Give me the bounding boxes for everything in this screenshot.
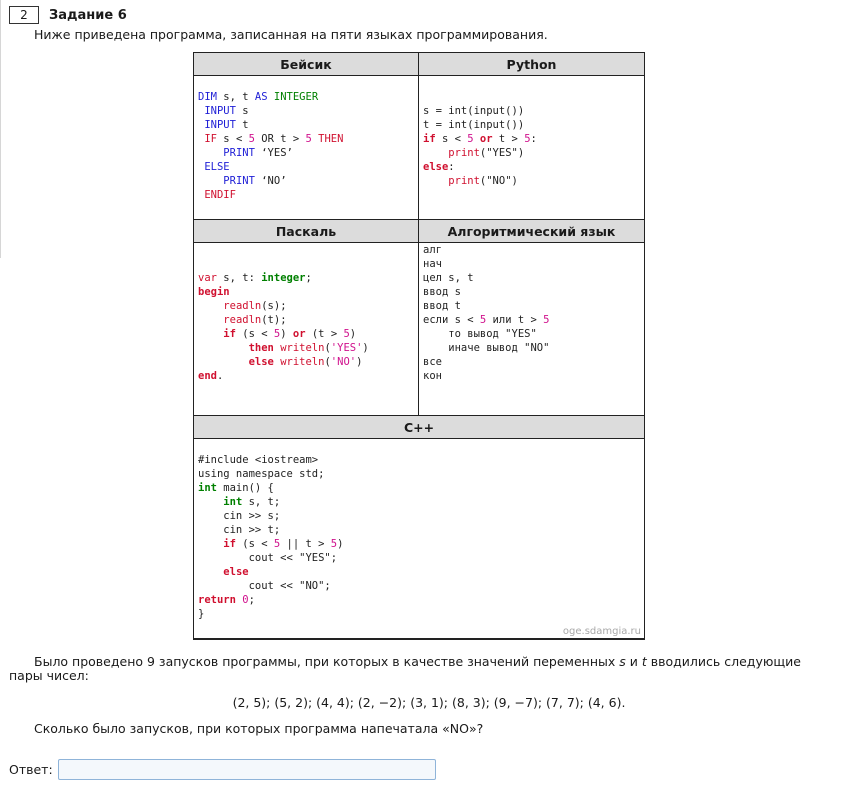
- question-prompt: Сколько было запусков, при которых прогр…: [34, 721, 484, 736]
- question-paragraph: Было проведено 9 запусков программы, при…: [9, 655, 831, 683]
- cpp-code: #include <iostream> using namespace std;…: [198, 454, 344, 620]
- task-number: 2: [9, 6, 39, 24]
- var-t: t: [641, 654, 647, 669]
- code-table: Бейсик Python DIM s, t AS INTEGER INPUT …: [193, 52, 645, 640]
- answer-input[interactable]: [57, 759, 436, 780]
- watermark: oge.sdamgia.ru: [562, 625, 641, 637]
- cpp-code-cell: #include <iostream> using namespace std;…: [193, 438, 645, 640]
- header-basic: Бейсик: [193, 52, 419, 76]
- header-algorithmic: Алгоритмический язык: [418, 219, 645, 243]
- header-python: Python: [418, 52, 645, 76]
- algorithmic-code: алг нач цел s, t ввод s ввод t если s < …: [423, 244, 550, 382]
- python-code: s = int(input()) t = int(input()) if s <…: [423, 105, 537, 187]
- answer-row: Ответ:: [9, 759, 436, 780]
- answer-label: Ответ:: [9, 762, 53, 777]
- python-code-cell: s = int(input()) t = int(input()) if s <…: [418, 75, 645, 220]
- task-title: Задание 6: [49, 7, 127, 23]
- basic-code-cell: DIM s, t AS INTEGER INPUT s INPUT t IF s…: [193, 75, 419, 220]
- header-cpp: C++: [193, 415, 645, 439]
- task-header: 2 Задание 6: [9, 5, 127, 25]
- task-intro: Ниже приведена программа, записанная на …: [34, 27, 548, 42]
- pascal-code: var s, t: integer; begin readln(s); read…: [198, 272, 369, 382]
- question-text-start: Было проведено 9 запусков программы, при…: [34, 654, 616, 669]
- basic-code: DIM s, t AS INTEGER INPUT s INPUT t IF s…: [198, 91, 344, 201]
- conjunction: и: [629, 654, 638, 669]
- algorithmic-code-cell: алг нач цел s, t ввод s ввод t если s < …: [418, 242, 645, 416]
- number-pairs: (2, 5); (5, 2); (4, 4); (2, −2); (3, 1);…: [232, 695, 626, 710]
- left-divider: [0, 0, 1, 258]
- var-s: s: [619, 654, 626, 669]
- header-pascal: Паскаль: [193, 219, 419, 243]
- pascal-code-cell: var s, t: integer; begin readln(s); read…: [193, 242, 419, 416]
